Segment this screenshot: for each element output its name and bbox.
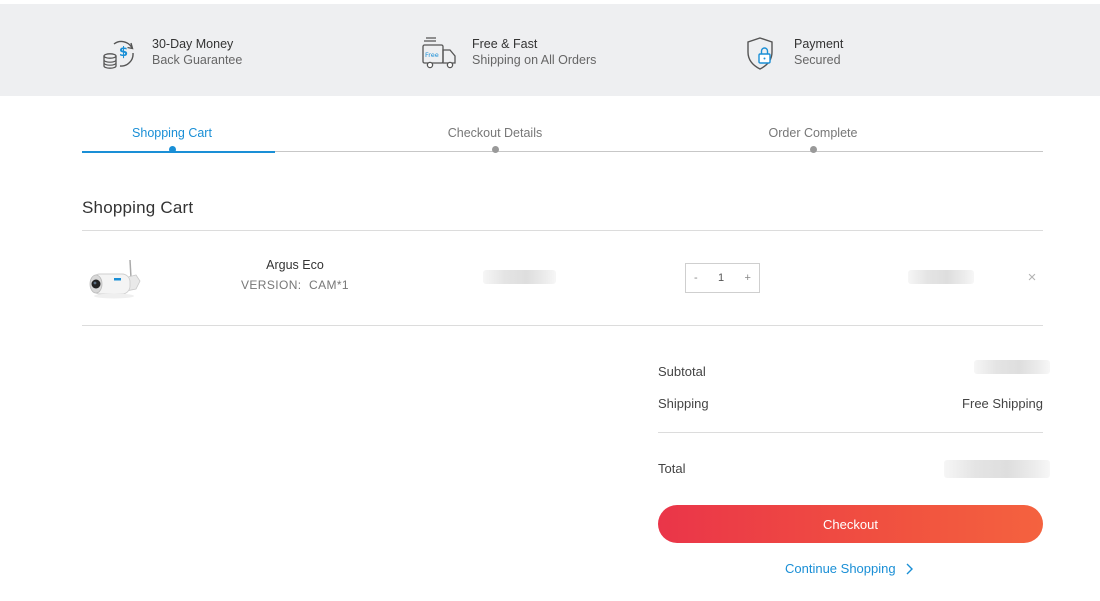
qty-increase-button[interactable]: +	[745, 272, 751, 284]
continue-shopping-link[interactable]: Continue Shopping	[785, 561, 914, 576]
item-total-redacted	[908, 270, 974, 284]
remove-item-button[interactable]: ×	[1024, 270, 1040, 286]
secure-shield-lock-icon	[747, 37, 773, 70]
feature-payment-secured: Payment Secured	[742, 34, 843, 74]
continue-shopping-label: Continue Shopping	[785, 561, 896, 576]
feature-free-shipping: Free Free & Fast Shipping on All Orders	[420, 34, 596, 74]
feature-subtitle: Back Guarantee	[152, 53, 243, 67]
feature-title: 30-Day Money	[152, 37, 234, 51]
step-shopping-cart[interactable]: Shopping Cart	[92, 126, 252, 153]
checkout-button[interactable]: Checkout	[658, 505, 1043, 543]
feature-subtitle: Secured	[794, 53, 841, 67]
feature-subtitle: Shipping on All Orders	[472, 53, 597, 67]
features-band: $ 30-Day Money Back Guarantee Free Free …	[0, 4, 1100, 96]
subtotal-value-redacted	[974, 360, 1050, 374]
qty-decrease-button[interactable]: -	[694, 272, 698, 284]
shipping-value: Free Shipping	[962, 396, 1043, 411]
step-dot	[491, 146, 499, 153]
step-label: Checkout Details	[447, 126, 543, 140]
divider	[658, 432, 1043, 433]
divider	[82, 325, 1043, 326]
feature-title: Payment	[794, 37, 844, 51]
total-value-redacted	[944, 460, 1050, 478]
total-label: Total	[658, 461, 686, 476]
cart-title: Shopping Cart	[82, 198, 194, 217]
feature-title: Free & Fast	[472, 37, 538, 51]
step-dot	[168, 146, 176, 153]
step-order-complete[interactable]: Order Complete	[733, 126, 893, 153]
chevron-right-icon	[906, 563, 913, 574]
product-version: VERSION: CAM*1	[195, 278, 395, 292]
qty-input[interactable]: 1	[718, 272, 724, 284]
step-label: Order Complete	[768, 126, 858, 140]
shipping-label: Shipping	[658, 396, 709, 411]
product-image[interactable]	[86, 256, 148, 302]
step-checkout-details[interactable]: Checkout Details	[415, 126, 575, 153]
unit-price-redacted	[483, 270, 556, 284]
free-shipping-truck-icon: Free	[422, 37, 456, 69]
step-dot	[809, 146, 817, 153]
product-name[interactable]: Argus Eco	[195, 258, 395, 272]
version-value: CAM*1	[309, 278, 350, 292]
feature-money-back: $ 30-Day Money Back Guarantee	[100, 34, 242, 74]
free-badge: Free	[425, 51, 439, 59]
step-label: Shopping Cart	[132, 126, 212, 140]
quantity-stepper: - 1 +	[685, 263, 760, 293]
subtotal-label: Subtotal	[658, 364, 706, 379]
checkout-progress: Shopping Cart Checkout Details Order Com…	[82, 126, 1043, 156]
version-label: VERSION:	[240, 278, 302, 292]
money-back-icon: $	[103, 40, 134, 69]
divider	[82, 230, 1043, 231]
svg-text:$: $	[119, 45, 128, 60]
